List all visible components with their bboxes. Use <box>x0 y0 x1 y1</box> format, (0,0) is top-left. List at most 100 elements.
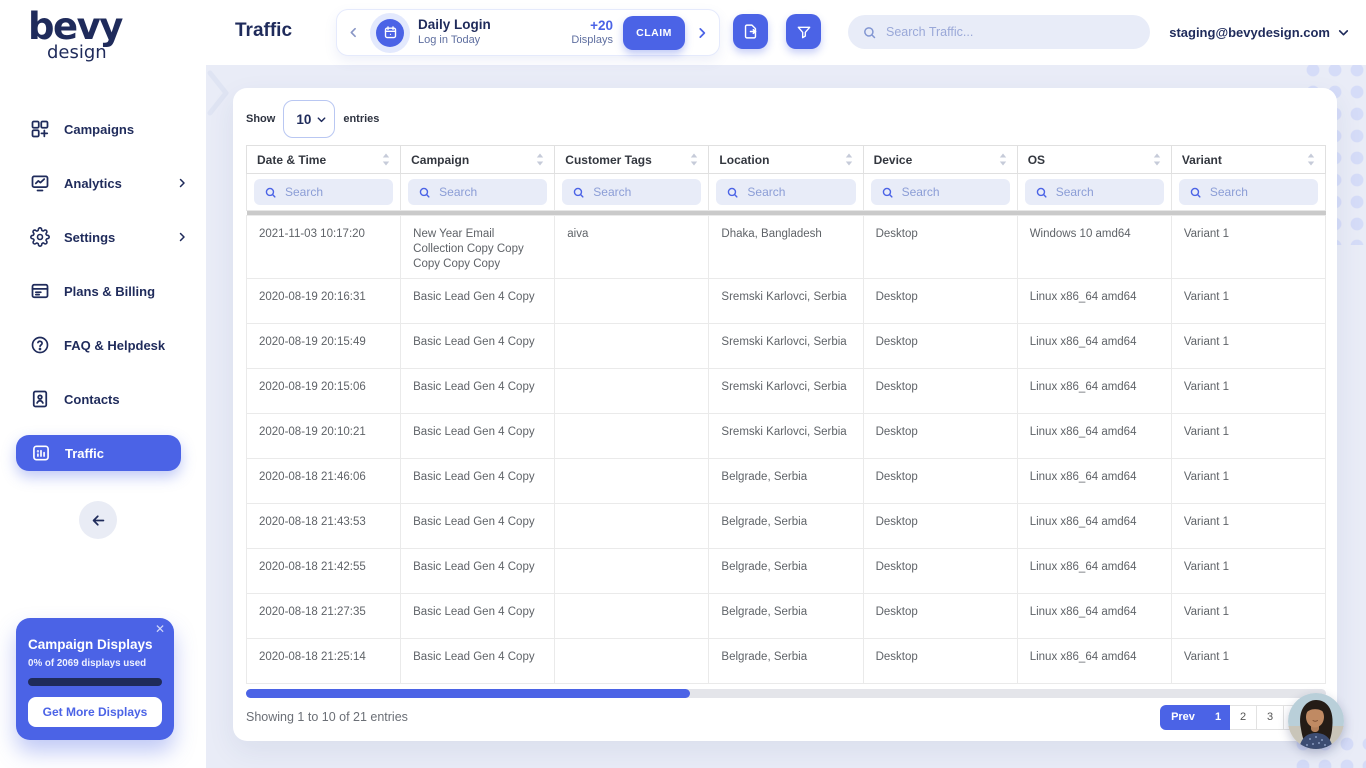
chevron-left-icon <box>347 26 360 39</box>
table-row: 2020-08-19 20:15:49Basic Lead Gen 4 Copy… <box>247 323 1326 368</box>
column-header-date-time[interactable]: Date & Time <box>247 146 401 174</box>
export-file-icon <box>742 23 759 40</box>
chevron-right-icon <box>176 231 188 243</box>
cell-date-time: 2020-08-19 20:15:06 <box>247 368 401 413</box>
page-button-1[interactable]: 1 <box>1206 705 1230 730</box>
cell-location: Sremski Karlovci, Serbia <box>709 413 863 458</box>
cell-device: Desktop <box>863 548 1017 593</box>
displays-usage-text: 0% of 2069 displays used <box>28 658 162 669</box>
cell-location: Belgrade, Serbia <box>709 503 863 548</box>
traffic-icon <box>31 443 51 463</box>
funnel-icon <box>796 24 812 40</box>
filter-button[interactable] <box>786 14 821 49</box>
column-header-os[interactable]: OS <box>1017 146 1171 174</box>
cell-location: Dhaka, Bangladesh <box>709 216 863 279</box>
cell-customer-tags <box>555 638 709 683</box>
column-header-campaign[interactable]: Campaign <box>401 146 555 174</box>
daily-login-title: Daily Login <box>418 17 491 34</box>
table-row: 2020-08-19 20:15:06Basic Lead Gen 4 Copy… <box>247 368 1326 413</box>
account-menu[interactable]: staging@bevydesign.com <box>1169 0 1350 65</box>
cell-location: Sremski Karlovci, Serbia <box>709 278 863 323</box>
daily-login-card: Daily Login Log in Today +20 Displays CL… <box>336 9 720 56</box>
cell-os: Linux x86_64 amd64 <box>1017 278 1171 323</box>
prev-page-button[interactable]: Prev <box>1160 705 1206 730</box>
entries-summary: Showing 1 to 10 of 21 entries <box>246 710 408 724</box>
carousel-prev-button[interactable] <box>345 24 362 41</box>
cell-device: Desktop <box>863 216 1017 279</box>
chevron-down-icon <box>1337 26 1350 39</box>
cell-variant: Variant 1 <box>1171 216 1325 279</box>
filter-input-os[interactable] <box>1056 185 1154 199</box>
page-button-2[interactable]: 2 <box>1230 705 1257 730</box>
page-size-select[interactable]: 10 <box>283 100 335 138</box>
cell-customer-tags <box>555 503 709 548</box>
cell-date-time: 2020-08-19 20:10:21 <box>247 413 401 458</box>
user-avatar[interactable] <box>1288 693 1344 749</box>
filter-input-variant[interactable] <box>1210 185 1308 199</box>
cell-os: Windows 10 amd64 <box>1017 216 1171 279</box>
decorative-chevron <box>206 67 234 119</box>
cell-device: Desktop <box>863 503 1017 548</box>
cell-os: Linux x86_64 amd64 <box>1017 503 1171 548</box>
cell-date-time: 2020-08-18 21:27:35 <box>247 593 401 638</box>
sort-icon <box>382 153 390 166</box>
export-button[interactable] <box>733 14 768 49</box>
cell-campaign: Basic Lead Gen 4 Copy <box>401 548 555 593</box>
page-button-3[interactable]: 3 <box>1257 705 1284 730</box>
campaigns-icon <box>30 119 50 139</box>
filter-input-device[interactable] <box>902 185 1000 199</box>
sidebar-item-faq-helpdesk[interactable]: FAQ & Helpdesk <box>0 318 206 372</box>
column-header-device[interactable]: Device <box>863 146 1017 174</box>
horizontal-scrollbar-thumb[interactable] <box>246 689 690 698</box>
cell-date-time: 2020-08-19 20:15:49 <box>247 323 401 368</box>
filter-input-campaign[interactable] <box>439 185 537 199</box>
filter-input-customer-tags[interactable] <box>593 185 691 199</box>
claim-button[interactable]: CLAIM <box>623 16 685 50</box>
sidebar-item-campaigns[interactable]: Campaigns <box>0 102 206 156</box>
sort-icon <box>536 153 544 166</box>
close-icon[interactable]: ✕ <box>155 622 165 636</box>
cell-os: Linux x86_64 amd64 <box>1017 368 1171 413</box>
sidebar-item-traffic[interactable]: Traffic <box>16 435 181 471</box>
sidebar-item-plans-billing[interactable]: Plans & Billing <box>0 264 206 318</box>
column-header-variant[interactable]: Variant <box>1171 146 1325 174</box>
table-row: 2020-08-18 21:46:06Basic Lead Gen 4 Copy… <box>247 458 1326 503</box>
cell-location: Sremski Karlovci, Serbia <box>709 368 863 413</box>
cell-date-time: 2020-08-18 21:25:14 <box>247 638 401 683</box>
sidebar-item-settings[interactable]: Settings <box>0 210 206 264</box>
column-header-location[interactable]: Location <box>709 146 863 174</box>
cell-device: Desktop <box>863 593 1017 638</box>
table-row: 2020-08-19 20:10:21Basic Lead Gen 4 Copy… <box>247 413 1326 458</box>
cell-customer-tags <box>555 278 709 323</box>
brand-logo: bevy design <box>28 8 122 63</box>
daily-login-reward: +20 <box>571 18 613 34</box>
sidebar-item-contacts[interactable]: Contacts <box>0 372 206 426</box>
sort-icon <box>1307 153 1315 166</box>
table-row: 2020-08-18 21:43:53Basic Lead Gen 4 Copy… <box>247 503 1326 548</box>
sort-icon <box>845 153 853 166</box>
filter-input-date-time[interactable] <box>285 185 383 199</box>
sidebar-item-label: Traffic <box>65 446 104 461</box>
cell-variant: Variant 1 <box>1171 323 1325 368</box>
get-more-displays-button[interactable]: Get More Displays <box>28 697 162 727</box>
cell-date-time: 2020-08-18 21:43:53 <box>247 503 401 548</box>
cell-date-time: 2020-08-18 21:46:06 <box>247 458 401 503</box>
sidebar-collapse-button[interactable] <box>79 501 117 539</box>
carousel-next-button[interactable] <box>693 24 711 42</box>
cell-customer-tags: aiva <box>555 216 709 279</box>
column-header-customer-tags[interactable]: Customer Tags <box>555 146 709 174</box>
cell-variant: Variant 1 <box>1171 458 1325 503</box>
sort-icon <box>690 153 698 166</box>
cell-campaign: Basic Lead Gen 4 Copy <box>401 323 555 368</box>
search-icon <box>881 186 894 199</box>
search-input[interactable] <box>886 25 1136 39</box>
filter-input-location[interactable] <box>747 185 845 199</box>
analytics-icon <box>30 173 50 193</box>
table-row: 2020-08-18 21:42:55Basic Lead Gen 4 Copy… <box>247 548 1326 593</box>
calendar-icon <box>383 25 398 40</box>
cell-device: Desktop <box>863 278 1017 323</box>
daily-login-reward-unit: Displays <box>571 34 613 47</box>
billing-icon <box>30 281 50 301</box>
sort-icon <box>1153 153 1161 166</box>
sidebar-item-analytics[interactable]: Analytics <box>0 156 206 210</box>
